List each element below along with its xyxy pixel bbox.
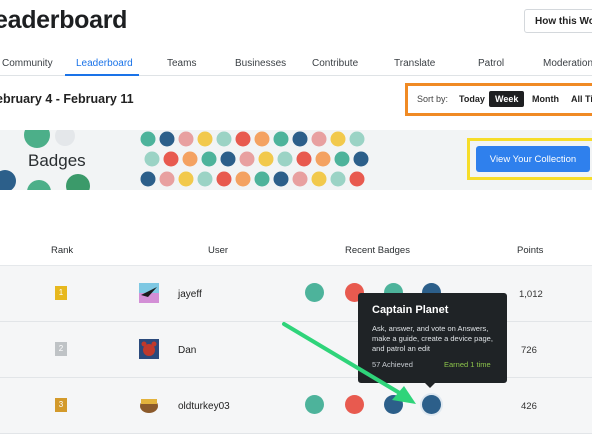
username[interactable]: Dan — [178, 345, 196, 356]
page-title: eaderboard — [0, 6, 128, 34]
badge-icon — [254, 171, 270, 187]
badge-icon — [235, 171, 251, 187]
globe-badge-icon[interactable] — [422, 395, 441, 414]
badge-icon — [27, 180, 51, 190]
column-rank: Rank — [51, 245, 74, 256]
badge-icon — [292, 171, 308, 187]
rank-badge: 3 — [55, 398, 67, 412]
paper-plane-avatar[interactable] — [139, 283, 159, 303]
badge-icon — [159, 131, 175, 147]
badge-icon — [178, 131, 194, 147]
badge-icon — [239, 151, 255, 167]
rank-badge: 2 — [55, 342, 67, 356]
view-collection-button[interactable]: View Your Collection — [476, 146, 590, 172]
badge-icon — [311, 171, 327, 187]
badge-icon — [254, 131, 270, 147]
active-tab-indicator — [65, 74, 139, 76]
badge-icon — [292, 131, 308, 147]
badge-icon — [201, 151, 217, 167]
tab-community[interactable]: Community — [2, 58, 53, 69]
tab-contribute[interactable]: Contribute — [312, 58, 358, 69]
badge-icon — [330, 171, 346, 187]
sort-month-button[interactable]: Month — [526, 91, 565, 107]
badge-icon — [330, 131, 346, 147]
badge-icon — [216, 131, 232, 147]
badge-icon — [315, 151, 331, 167]
badge-icon — [353, 151, 369, 167]
tab-teams[interactable]: Teams — [167, 58, 196, 69]
lobster-avatar[interactable] — [139, 339, 159, 359]
badge-icon — [311, 131, 327, 147]
sort-label: Sort by: — [417, 94, 449, 104]
points-value: 1,012 — [519, 289, 543, 300]
tab-patrol[interactable]: Patrol — [478, 58, 504, 69]
badge-icon — [159, 171, 175, 187]
badge-icon — [258, 151, 274, 167]
annotation-arrow-icon — [282, 322, 416, 404]
how-this-works-button[interactable]: How this Works — [524, 9, 592, 33]
column-points: Points — [517, 245, 544, 256]
sort-week-button[interactable]: Week — [489, 91, 525, 107]
badge-icon — [140, 171, 156, 187]
badge-icon — [349, 171, 365, 187]
tab-businesses[interactable]: Businesses — [235, 58, 286, 69]
badge-collection-icons — [140, 131, 369, 187]
badge-icon — [220, 151, 236, 167]
badge-icon — [55, 130, 75, 146]
badge-icon — [349, 131, 365, 147]
sort-all-time-button[interactable]: All Time — [565, 91, 592, 107]
badge-icon — [334, 151, 350, 167]
badge-icon — [182, 151, 198, 167]
badge-icon — [66, 174, 90, 190]
nav-tabs: Community Leaderboard Teams Businesses C… — [0, 50, 592, 76]
badge-icon — [273, 131, 289, 147]
username[interactable]: jayeff — [178, 289, 202, 300]
tab-leaderboard[interactable]: Leaderboard — [76, 58, 133, 69]
column-user: User — [208, 245, 229, 256]
tooltip-caret — [424, 382, 436, 388]
username[interactable]: oldturkey03 — [178, 401, 230, 412]
badge-icon[interactable] — [305, 283, 324, 302]
date-range: ebruary 4 - February 11 — [0, 92, 134, 106]
badge-icon — [140, 131, 156, 147]
badge-icon — [277, 151, 293, 167]
badge-icon — [197, 171, 213, 187]
badges-title: Badges — [28, 151, 86, 170]
badge-icon — [178, 171, 194, 187]
tab-translate[interactable]: Translate — [394, 58, 435, 69]
tab-moderation[interactable]: Moderation — [543, 58, 592, 69]
badge-icon — [197, 131, 213, 147]
turkey-avatar[interactable] — [139, 395, 159, 415]
badge-icon — [24, 130, 50, 148]
badge-icon — [296, 151, 312, 167]
badge-icon — [235, 131, 251, 147]
badge-icon — [163, 151, 179, 167]
star-badge-icon — [0, 170, 16, 190]
rank-badge: 1 — [55, 286, 67, 300]
points-value: 426 — [521, 401, 537, 412]
badge-icon — [273, 171, 289, 187]
badge-icon — [216, 171, 232, 187]
badge-icon — [144, 151, 160, 167]
points-value: 726 — [521, 345, 537, 356]
tooltip-title: Captain Planet — [372, 304, 449, 316]
column-badges: Recent Badges — [345, 245, 410, 256]
tooltip-earned-count: Earned 1 time — [444, 360, 491, 369]
sort-today-button[interactable]: Today — [453, 91, 491, 107]
